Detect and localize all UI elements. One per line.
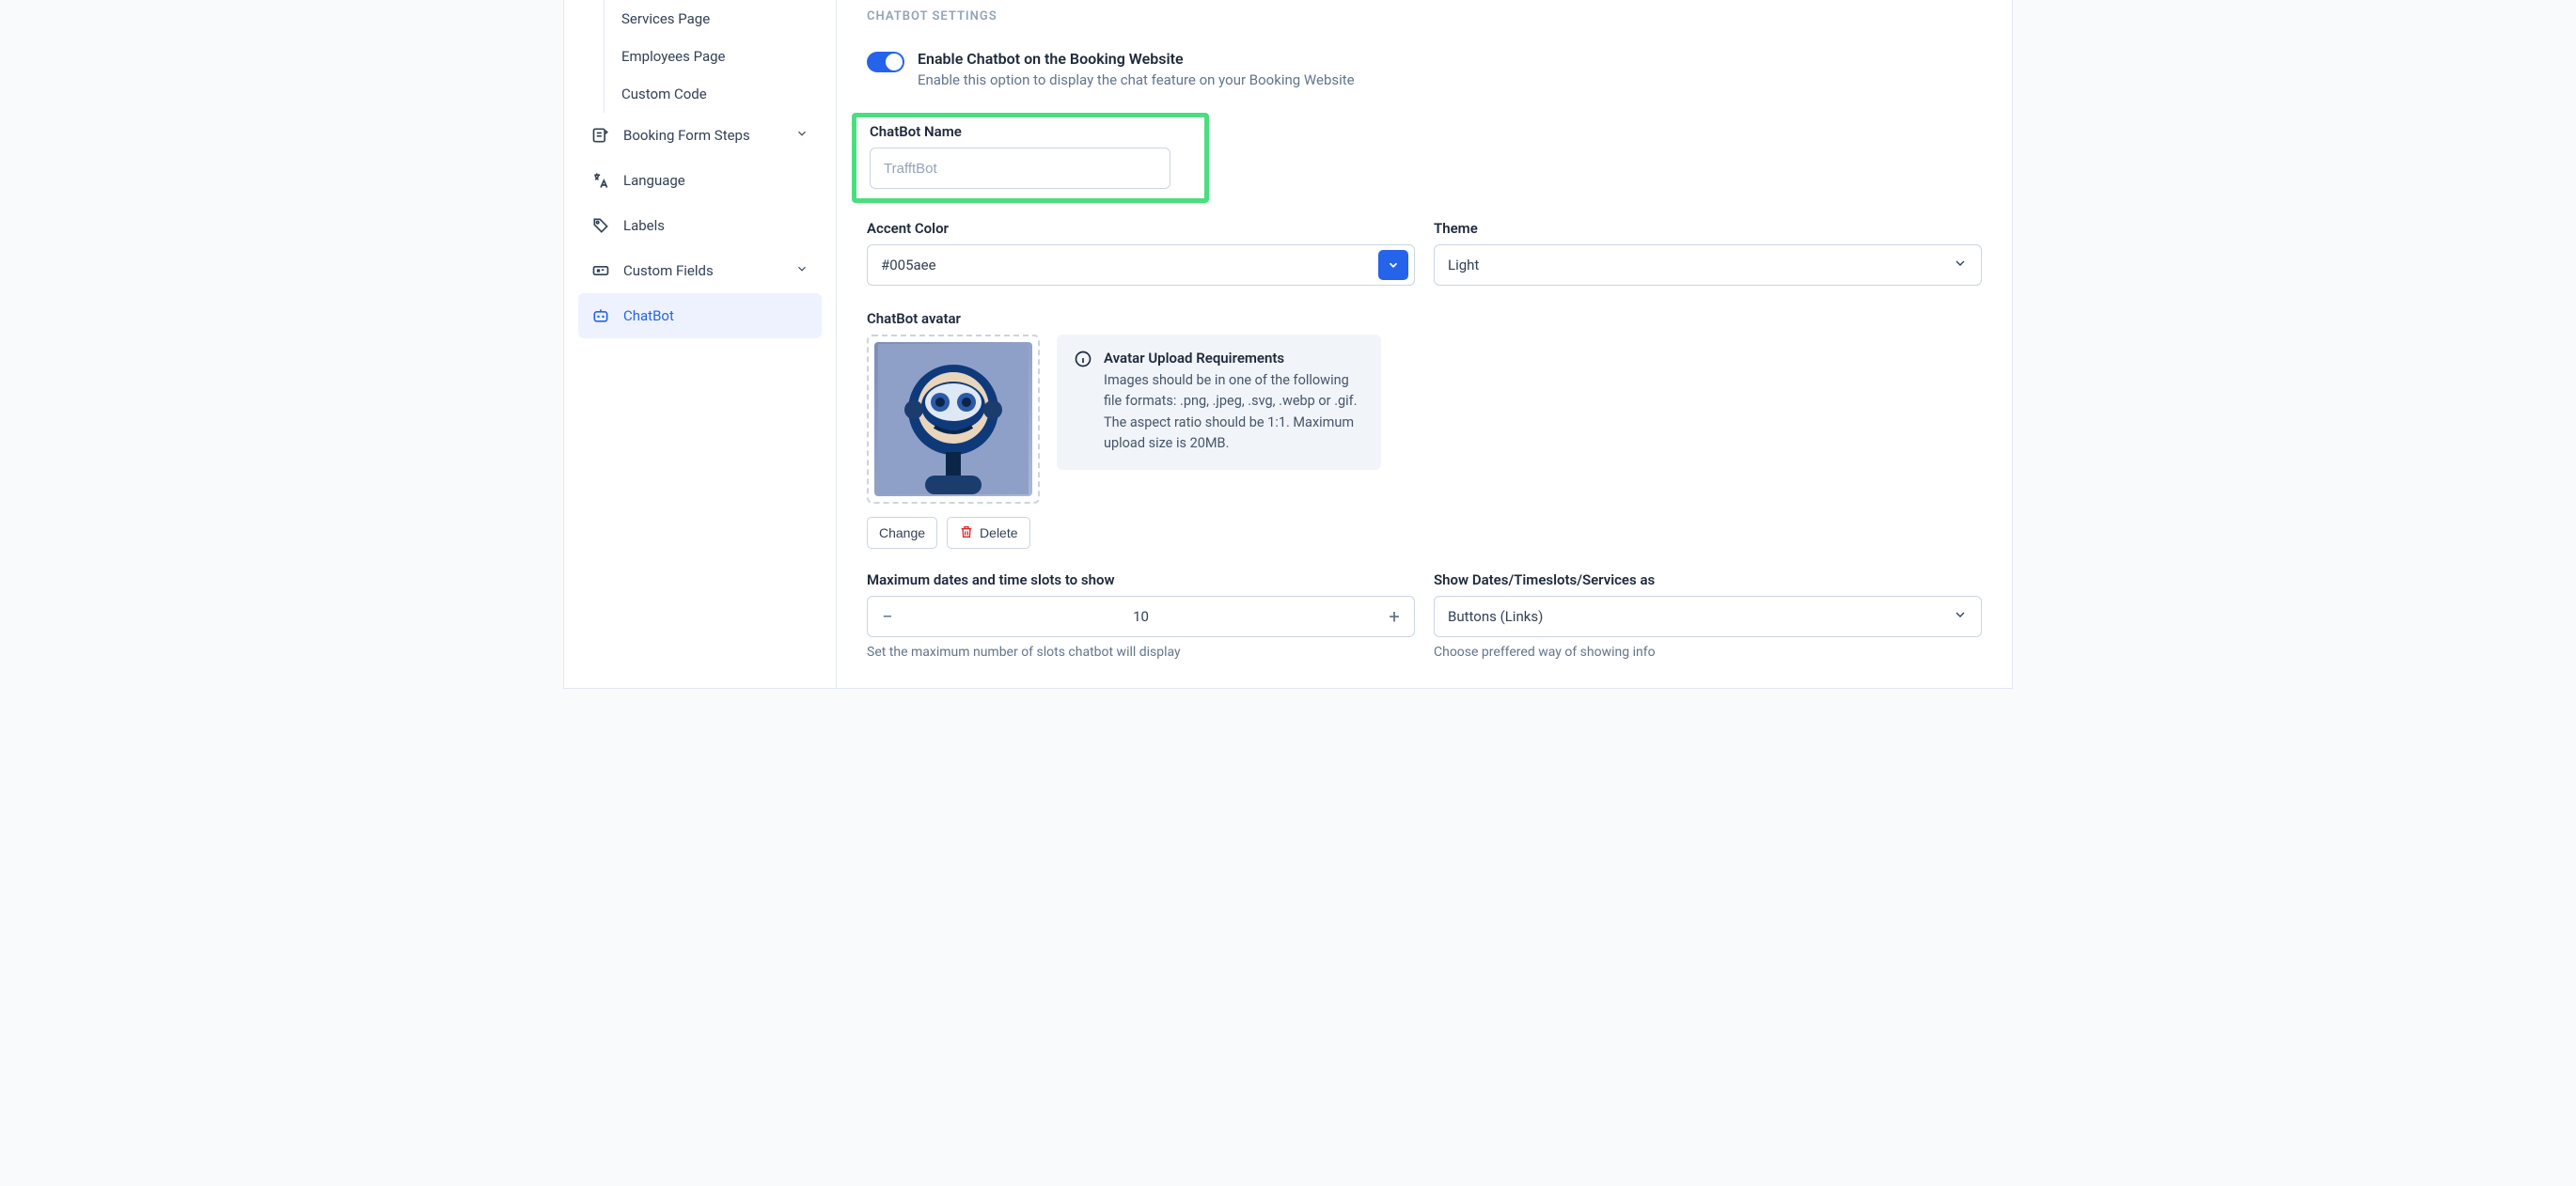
stepper-value: 10 bbox=[907, 608, 1374, 625]
show-as-select[interactable]: Buttons (Links) bbox=[1434, 596, 1982, 637]
sidebar-item-label: Booking Form Steps bbox=[623, 127, 750, 144]
section-title: CHATBOT SETTINGS bbox=[867, 9, 1982, 23]
chevron-down-icon bbox=[1387, 258, 1400, 272]
accent-color-value: #005aee bbox=[881, 257, 936, 273]
info-icon bbox=[1074, 350, 1092, 372]
accent-color-swatch-button[interactable] bbox=[1378, 250, 1408, 280]
accent-color-label: Accent Color bbox=[867, 220, 1415, 237]
chevron-down-icon bbox=[795, 127, 809, 144]
accent-color-field[interactable]: #005aee bbox=[867, 244, 1415, 286]
chevron-down-icon bbox=[1953, 256, 1968, 274]
sidebar-item-language[interactable]: Language bbox=[578, 158, 822, 203]
sidebar-sublist: Services Page Employees Page Custom Code bbox=[604, 0, 822, 113]
sidebar-item-label: ChatBot bbox=[623, 307, 674, 324]
change-avatar-button[interactable]: Change bbox=[867, 517, 937, 549]
chatbot-name-label: ChatBot Name bbox=[870, 123, 1191, 140]
theme-label: Theme bbox=[1434, 220, 1982, 237]
sidebar-item-label: Language bbox=[623, 172, 685, 189]
sidebar-item-custom-fields[interactable]: Custom Fields bbox=[578, 248, 822, 293]
chevron-down-icon bbox=[1953, 607, 1968, 626]
avatar-requirements-box: Avatar Upload Requirements Images should… bbox=[1057, 335, 1381, 470]
max-slots-stepper: − 10 + bbox=[867, 596, 1415, 637]
stepper-increment-button[interactable]: + bbox=[1374, 597, 1414, 636]
stepper-decrement-button[interactable]: − bbox=[868, 597, 907, 636]
chatbot-icon bbox=[591, 306, 610, 325]
avatar-requirements-description: Images should be in one of the following… bbox=[1104, 370, 1364, 455]
enable-chatbot-toggle[interactable] bbox=[867, 52, 904, 72]
chatbot-avatar-label: ChatBot avatar bbox=[867, 310, 1982, 327]
enable-chatbot-title: Enable Chatbot on the Booking Website bbox=[918, 50, 1355, 68]
chatbot-name-highlight: ChatBot Name bbox=[852, 113, 1209, 203]
sidebar-subitem-services[interactable]: Services Page bbox=[605, 0, 822, 38]
max-slots-helper: Set the maximum number of slots chatbot … bbox=[867, 645, 1415, 660]
enable-chatbot-description: Enable this option to display the chat f… bbox=[918, 71, 1355, 88]
main-content: CHATBOT SETTINGS Enable Chatbot on the B… bbox=[837, 0, 2012, 688]
sidebar-item-labels[interactable]: Labels bbox=[578, 203, 822, 248]
max-slots-label: Maximum dates and time slots to show bbox=[867, 571, 1415, 588]
show-as-label: Show Dates/Timeslots/Services as bbox=[1434, 571, 1982, 588]
chevron-down-icon bbox=[795, 262, 809, 279]
trash-icon bbox=[959, 524, 974, 542]
sidebar-item-label: Custom Fields bbox=[623, 262, 714, 279]
sidebar-item-chatbot[interactable]: ChatBot bbox=[578, 293, 822, 338]
sidebar-subitem-employees[interactable]: Employees Page bbox=[605, 38, 822, 75]
language-icon bbox=[591, 171, 610, 190]
sidebar-item-label: Labels bbox=[623, 217, 665, 234]
sidebar-item-booking-form-steps[interactable]: Booking Form Steps bbox=[578, 113, 822, 158]
show-as-helper: Choose preffered way of showing info bbox=[1434, 645, 1982, 660]
chatbot-avatar-image bbox=[874, 342, 1032, 496]
form-steps-icon bbox=[591, 126, 610, 145]
theme-select[interactable]: Light bbox=[1434, 244, 1982, 286]
labels-icon bbox=[591, 216, 610, 235]
show-as-value: Buttons (Links) bbox=[1448, 608, 1543, 625]
enable-chatbot-row: Enable Chatbot on the Booking Website En… bbox=[867, 50, 1982, 88]
button-label: Change bbox=[879, 525, 925, 540]
sidebar: Services Page Employees Page Custom Code… bbox=[564, 0, 837, 688]
custom-fields-icon bbox=[591, 261, 610, 280]
chatbot-name-input[interactable] bbox=[870, 148, 1170, 189]
delete-avatar-button[interactable]: Delete bbox=[947, 517, 1029, 549]
sidebar-subitem-customcode[interactable]: Custom Code bbox=[605, 75, 822, 113]
avatar-requirements-title: Avatar Upload Requirements bbox=[1104, 350, 1364, 367]
theme-value: Light bbox=[1448, 257, 1479, 273]
chatbot-avatar-preview[interactable] bbox=[867, 335, 1040, 504]
button-label: Delete bbox=[980, 525, 1017, 540]
